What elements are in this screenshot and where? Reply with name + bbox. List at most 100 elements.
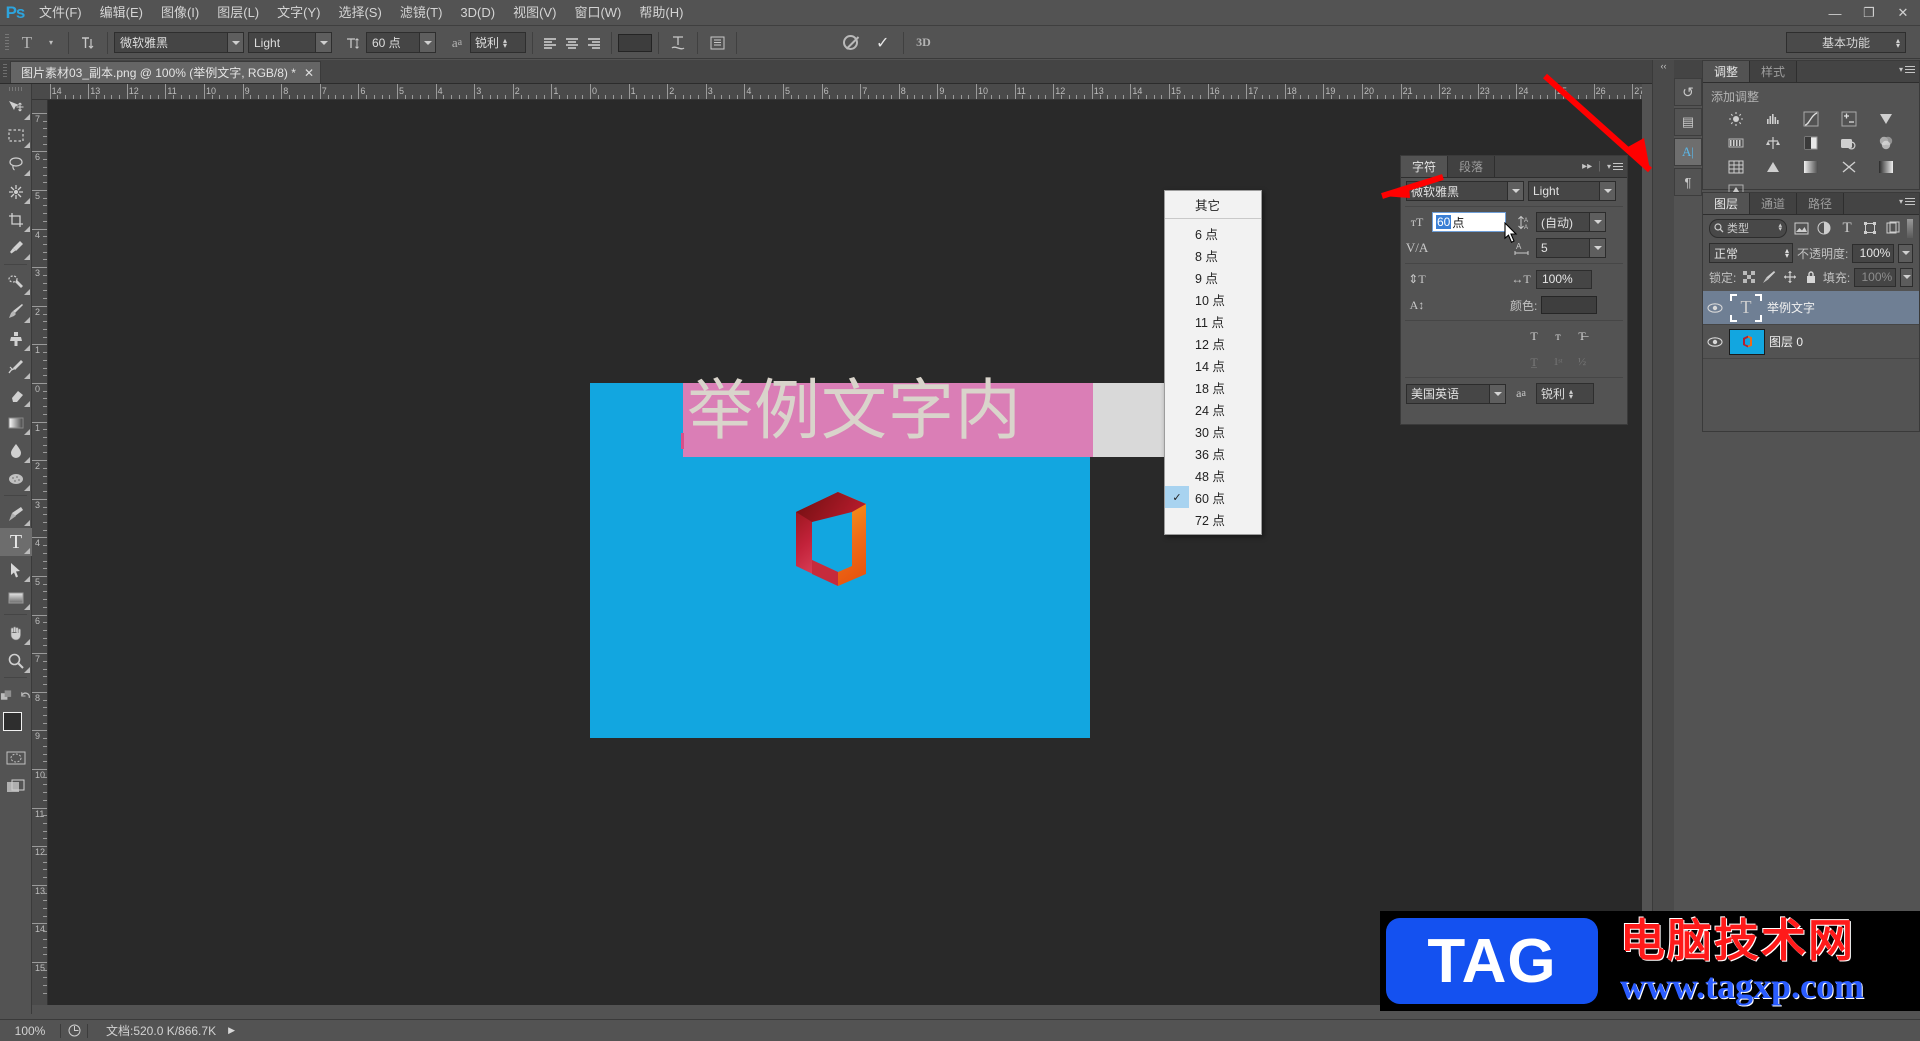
- brightness-contrast-icon[interactable]: [1717, 109, 1755, 129]
- lasso-tool[interactable]: [0, 150, 32, 178]
- vibrance-icon[interactable]: [1867, 109, 1905, 129]
- cp-leading-chevron-down-icon[interactable]: [1589, 213, 1605, 231]
- font-family-combo[interactable]: 微软雅黑: [114, 32, 244, 53]
- artboard[interactable]: 举例文字内: [590, 374, 1169, 738]
- font-style-combo[interactable]: Light: [248, 32, 332, 53]
- layer-filter-select[interactable]: 类型 ▴ ▾: [1709, 218, 1787, 238]
- align-center-button[interactable]: [561, 32, 583, 54]
- horizontal-type-tool[interactable]: T: [0, 528, 32, 556]
- text-color-swatch[interactable]: [618, 33, 652, 52]
- clone-stamp-tool[interactable]: [0, 325, 32, 353]
- size-option-36点[interactable]: 36 点: [1165, 442, 1261, 464]
- align-right-button[interactable]: [583, 32, 605, 54]
- text-orientation-icon[interactable]: [75, 31, 101, 55]
- hue-saturation-icon[interactable]: [1717, 133, 1755, 153]
- size-option-10点[interactable]: 10 点: [1165, 288, 1261, 310]
- panel-menu-icon[interactable]: ▾: [1607, 162, 1623, 171]
- size-option-14点[interactable]: 14 点: [1165, 354, 1261, 376]
- curves-icon[interactable]: [1792, 109, 1830, 129]
- menu-select[interactable]: 选择(S): [329, 0, 390, 26]
- maximize-button[interactable]: ❐: [1852, 0, 1886, 26]
- photo-filter-icon[interactable]: [1830, 133, 1868, 153]
- size-option-30点[interactable]: 30 点: [1165, 420, 1261, 442]
- opacity-chevron-down-icon[interactable]: [1898, 243, 1913, 263]
- menu-window[interactable]: 窗口(W): [565, 0, 630, 26]
- spot-healing-brush-tool[interactable]: [0, 269, 32, 297]
- size-option-11点[interactable]: 11 点: [1165, 310, 1261, 332]
- crop-tool[interactable]: [0, 206, 32, 234]
- cp-language-combo[interactable]: 美国英语: [1406, 383, 1506, 404]
- font-size-dropdown-list[interactable]: 其它 6 点 8 点 9 点 10 点 11 点 12 点 14 点 18 点 24 点 30 点…: [1164, 190, 1262, 535]
- character-panel-icon[interactable]: A|: [1674, 138, 1702, 166]
- opacity-field[interactable]: 100%: [1852, 243, 1895, 263]
- dock-expand-icon[interactable]: ‹‹: [1653, 60, 1674, 72]
- menu-filter[interactable]: 滤镜(T): [391, 0, 452, 26]
- filter-smart-object-icon[interactable]: [1884, 218, 1901, 238]
- align-left-button[interactable]: [539, 32, 561, 54]
- layer-name[interactable]: 举例文字: [1767, 299, 1815, 316]
- font-size-combo[interactable]: 60 点: [366, 32, 436, 53]
- collapse-icon[interactable]: ▸▸: [1582, 161, 1592, 172]
- path-selection-tool[interactable]: [0, 556, 32, 584]
- filter-toggle-switch[interactable]: [1907, 218, 1914, 238]
- rectangle-tool[interactable]: [0, 584, 32, 612]
- tab-character[interactable]: 字符: [1401, 156, 1449, 177]
- fractions-button[interactable]: ½: [1571, 352, 1593, 372]
- layer-visibility-icon[interactable]: [1705, 302, 1725, 314]
- cp-font-family-chevron-down-icon[interactable]: [1507, 182, 1523, 200]
- close-button[interactable]: ✕: [1886, 0, 1920, 26]
- zoom-tool[interactable]: [0, 647, 32, 675]
- black-white-icon[interactable]: [1792, 133, 1830, 153]
- size-option-18点[interactable]: 18 点: [1165, 376, 1261, 398]
- fill-chevron-down-icon[interactable]: [1900, 267, 1913, 287]
- filter-type-icon[interactable]: T: [1839, 218, 1856, 238]
- posterize-icon[interactable]: [1792, 157, 1830, 177]
- cp-language-chevron-down-icon[interactable]: [1489, 384, 1505, 403]
- workspace-stepper-icon[interactable]: ▴ ▾: [1896, 36, 1900, 49]
- tool-preset-chevron-icon[interactable]: ▾: [40, 31, 62, 55]
- table-row[interactable]: T 举例文字: [1703, 291, 1919, 325]
- layer-thumbnail-image[interactable]: [1729, 328, 1765, 355]
- layer-name[interactable]: 图层 0: [1769, 333, 1803, 350]
- blend-mode-stepper-icon[interactable]: ▴ ▾: [1785, 247, 1789, 260]
- size-option-72点[interactable]: 72 点: [1165, 508, 1261, 530]
- underline-button[interactable]: T̲: [1523, 352, 1545, 372]
- color-balance-icon[interactable]: [1755, 133, 1793, 153]
- quick-mask-icon[interactable]: [0, 744, 32, 772]
- zoom-level[interactable]: 100%: [0, 1024, 60, 1038]
- horizontal-ruler[interactable]: 14 13 12 11 10 9 8 7 6 5 4 3 2 1 0 1 2 3 4 5 6 7 8 9 10 11 12 13 14 1…: [32, 84, 1642, 100]
- size-option-60点[interactable]: ✓ 60 点: [1165, 486, 1261, 508]
- tab-paragraph[interactable]: 段落: [1448, 156, 1496, 177]
- levels-icon[interactable]: [1755, 109, 1793, 129]
- channel-mixer-icon[interactable]: [1867, 133, 1905, 153]
- tab-paths[interactable]: 路径: [1797, 193, 1845, 214]
- document-tab[interactable]: 图片素材03_副本.png @ 100% (举例文字, RGB/8) * ✕: [10, 61, 321, 83]
- exposure-icon[interactable]: [1830, 109, 1868, 129]
- menu-view[interactable]: 视图(V): [504, 0, 565, 26]
- cp-font-family-combo[interactable]: 微软雅黑: [1406, 181, 1524, 201]
- tab-channels[interactable]: 通道: [1750, 193, 1798, 214]
- commit-icon[interactable]: ✓: [876, 33, 889, 53]
- status-expand-icon[interactable]: ▶: [228, 1025, 235, 1036]
- minimize-button[interactable]: —: [1818, 0, 1852, 26]
- strikethrough-button[interactable]: T̶: [1571, 326, 1593, 346]
- warp-text-icon[interactable]: [665, 31, 691, 55]
- invert-icon[interactable]: [1755, 157, 1793, 177]
- screen-mode-icon[interactable]: [0, 772, 32, 800]
- size-option-6点[interactable]: 6 点: [1165, 222, 1261, 244]
- tab-styles[interactable]: 样式: [1750, 61, 1798, 82]
- cp-leading-combo[interactable]: (自动): [1536, 212, 1606, 232]
- workspace-selector[interactable]: 基本功能 ▴ ▾: [1786, 32, 1906, 53]
- type-tool-icon[interactable]: T: [14, 31, 40, 55]
- cp-font-style-combo[interactable]: Light: [1528, 181, 1616, 201]
- blend-mode-select[interactable]: 正常 ▴ ▾: [1709, 243, 1793, 263]
- size-option-8点[interactable]: 8 点: [1165, 244, 1261, 266]
- cp-horizontal-scale-field[interactable]: 100%: [1536, 269, 1592, 289]
- size-option-9点[interactable]: 9 点: [1165, 266, 1261, 288]
- antialias-select[interactable]: 锐利 ▴ ▾: [470, 32, 526, 53]
- antialias-stepper-icon[interactable]: ▴ ▾: [503, 36, 507, 49]
- vertical-ruler[interactable]: 7 6 5 4 3 2 1 0 1 2 3 4 5 6 7 8 9 10 11 12 13 14 15: [32, 100, 48, 1005]
- font-size-chevron-down-icon[interactable]: [419, 33, 435, 52]
- tools-panel-grip[interactable]: [0, 84, 31, 94]
- preview-icon[interactable]: [61, 1024, 87, 1037]
